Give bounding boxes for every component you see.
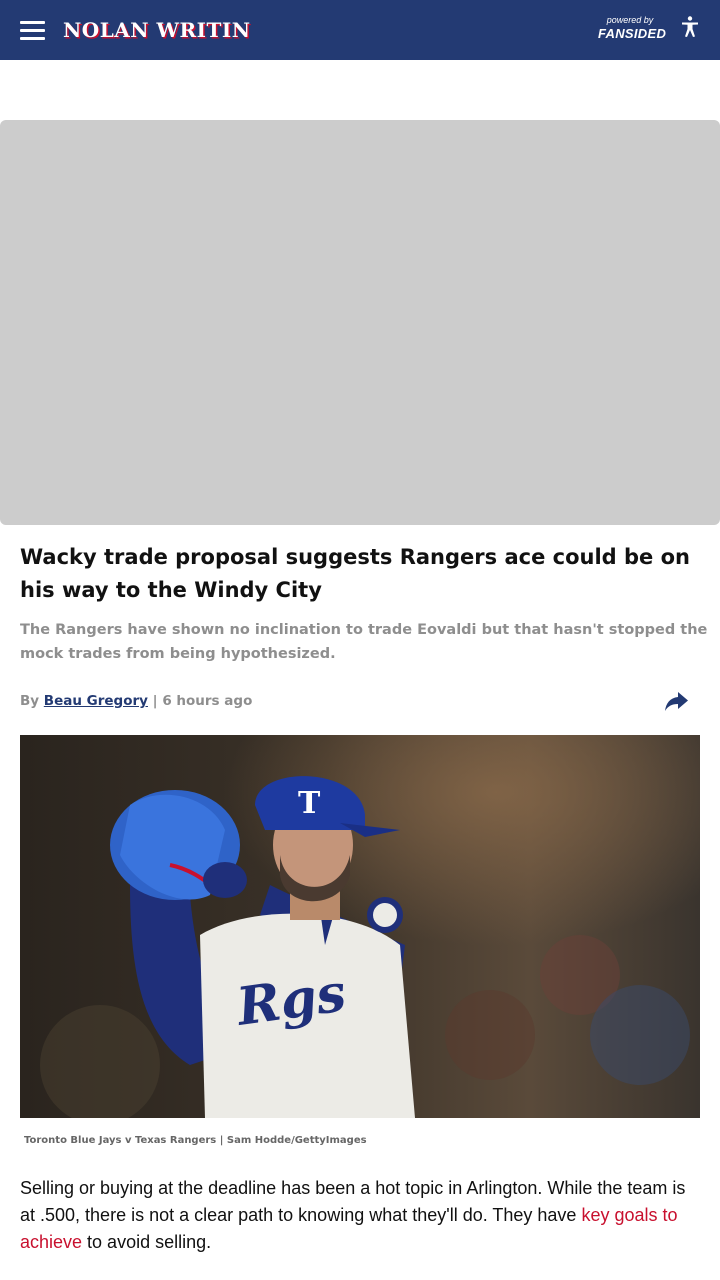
- article-hero-image: Rgs T: [20, 735, 700, 1118]
- site-header: NOLAN WRITIN powered by FANSIDED: [0, 0, 720, 60]
- image-caption: Toronto Blue Jays v Texas Rangers | Sam …: [24, 1135, 367, 1146]
- svg-text:T: T: [298, 786, 321, 821]
- site-logo[interactable]: NOLAN WRITIN: [63, 14, 250, 46]
- article-paragraph: Selling or buying at the deadline has be…: [20, 1175, 700, 1256]
- article-headline: Wacky trade proposal suggests Rangers ac…: [20, 545, 690, 602]
- byline-separator: |: [152, 693, 158, 709]
- author-link[interactable]: Beau Gregory: [44, 693, 148, 709]
- fansided-logo: FANSIDED: [598, 26, 667, 41]
- paragraph-text-2: to avoid selling.: [82, 1232, 212, 1252]
- byline-prefix: By: [20, 693, 40, 709]
- accessibility-icon[interactable]: [678, 15, 702, 39]
- article-dek: The Rangers have shown no inclination to…: [20, 622, 708, 662]
- share-arrow-icon[interactable]: [663, 689, 689, 713]
- powered-by-fansided[interactable]: powered by FANSIDED: [598, 15, 667, 41]
- article-timestamp: 6 hours ago: [162, 693, 253, 709]
- powered-by-label: powered by: [606, 15, 654, 25]
- ad-placeholder: [0, 120, 720, 525]
- byline: By Beau Gregory | 6 hours ago: [20, 690, 252, 712]
- hamburger-menu-icon[interactable]: [20, 21, 45, 40]
